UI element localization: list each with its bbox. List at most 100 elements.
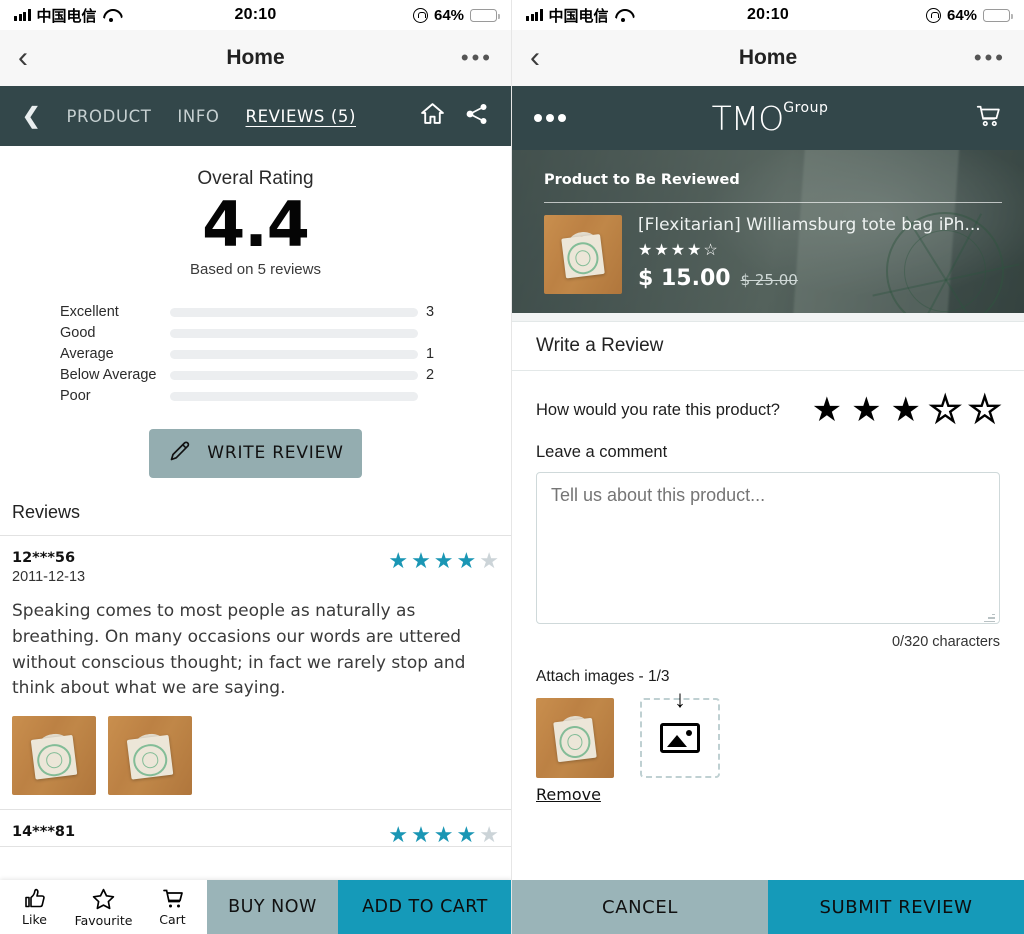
signal-bars-icon bbox=[526, 9, 543, 21]
cart-icon[interactable] bbox=[974, 103, 1002, 134]
left-phone-screen: 中国电信 20:10 64% ‹ Home ••• ❮ PRODUCT INFO… bbox=[0, 0, 512, 934]
attach-images-row: Remove ↓ bbox=[536, 688, 1000, 804]
brand-logo-sub: Group bbox=[783, 99, 829, 116]
wifi-icon bbox=[615, 9, 631, 22]
review-star-rating: ★ ★ ★ ★ ★ bbox=[388, 824, 499, 846]
carrier-label: 中国电信 bbox=[36, 6, 97, 25]
brand-logo[interactable]: TMΟ Group bbox=[566, 99, 974, 135]
product-name: [Flexitarian] Williamsburg tote bag iPh.… bbox=[638, 215, 981, 235]
nav-back-icon[interactable]: ‹ bbox=[530, 43, 540, 73]
star-filled-icon: ★ bbox=[411, 822, 431, 848]
star-2-icon[interactable]: ★ bbox=[851, 393, 881, 427]
review-form-footer: CANCEL SUBMIT REVIEW bbox=[512, 880, 1024, 934]
star-empty-icon: ★ bbox=[479, 547, 499, 573]
star-4-icon[interactable]: ★ bbox=[929, 392, 962, 428]
tabbar-icons bbox=[420, 102, 489, 130]
breakdown-row-poor: Poor bbox=[60, 386, 497, 407]
star-filled-icon: ★ bbox=[411, 547, 431, 573]
write-review-button[interactable]: WRITE REVIEW bbox=[149, 428, 362, 478]
comment-textarea[interactable] bbox=[536, 472, 1000, 624]
image-upload-dropzone[interactable]: ↓ bbox=[640, 688, 720, 778]
breakdown-track bbox=[170, 391, 418, 401]
star-filled-icon: ★ bbox=[456, 822, 477, 848]
product-action-bar: Like Favourite Cart BUY NOW ADD TO CART bbox=[0, 880, 511, 934]
product-hero-banner: Product to Be Reviewed [Flexitarian] Wil… bbox=[512, 150, 1024, 313]
battery-percent-label: 64% bbox=[433, 6, 465, 24]
review-image-thumbnail[interactable] bbox=[12, 716, 96, 796]
star-filled-icon: ★ bbox=[388, 822, 409, 848]
wifi-icon bbox=[103, 9, 119, 22]
tab-info[interactable]: INFO bbox=[177, 107, 219, 126]
status-bar: 中国电信 20:10 64% bbox=[512, 0, 1024, 30]
star-1-icon[interactable]: ★ bbox=[812, 393, 842, 427]
nav-more-icon[interactable]: ••• bbox=[461, 47, 493, 69]
review-image-thumbnail[interactable] bbox=[108, 716, 192, 796]
submit-review-button[interactable]: SUBMIT REVIEW bbox=[768, 880, 1024, 934]
star-empty-icon: ★ bbox=[479, 822, 499, 848]
star-empty-icon: ☆ bbox=[703, 242, 718, 259]
character-counter: 0/320 characters bbox=[891, 634, 1000, 650]
nav-more-icon[interactable]: ••• bbox=[974, 47, 1006, 69]
review-meta: 14***81 bbox=[12, 824, 75, 840]
rating-star-input[interactable]: ★ ★ ★ ★ ★ bbox=[812, 392, 1002, 428]
like-button[interactable]: Like bbox=[0, 880, 69, 934]
nav-bar: ‹ Home ••• bbox=[512, 30, 1024, 86]
rating-question: How would you rate this product? bbox=[536, 400, 780, 419]
status-bar-right: 64% bbox=[276, 6, 500, 24]
tabbar-tabs: PRODUCT INFO REVIEWS (5) bbox=[66, 107, 356, 126]
carrier-label: 中国电信 bbox=[548, 6, 609, 25]
breakdown-track bbox=[170, 328, 418, 338]
write-review-label: WRITE REVIEW bbox=[207, 443, 344, 464]
review-user: 12***56 bbox=[12, 549, 76, 566]
product-price: $ 15.00 bbox=[638, 266, 731, 291]
review-body: Speaking comes to most people as natural… bbox=[12, 600, 466, 699]
tabbar-back-icon[interactable]: ❮ bbox=[22, 103, 40, 129]
status-bar-left: 中国电信 bbox=[526, 5, 747, 26]
page-title: Home bbox=[226, 46, 285, 69]
arrow-down-icon: ↓ bbox=[674, 686, 686, 713]
star-filled-icon: ★ bbox=[433, 547, 454, 573]
review-star-rating: ★ ★ ★ ★ ★ bbox=[388, 547, 499, 573]
attach-images-label: Attach images - 1/3 bbox=[536, 668, 670, 685]
star-filled-icon: ★ bbox=[433, 822, 454, 848]
star-3-icon[interactable]: ★ bbox=[891, 393, 921, 427]
breakdown-row-excellent: Excellent 3 bbox=[60, 302, 497, 323]
status-bar: 中国电信 20:10 64% bbox=[0, 0, 511, 30]
home-icon[interactable] bbox=[420, 102, 445, 130]
hero-content: Product to Be Reviewed [Flexitarian] Wil… bbox=[512, 150, 1024, 313]
nav-back-icon[interactable]: ‹ bbox=[18, 43, 28, 73]
star-5-icon[interactable]: ★ bbox=[968, 392, 1001, 428]
tab-reviews[interactable]: REVIEWS (5) bbox=[246, 107, 356, 126]
product-thumbnail[interactable] bbox=[544, 215, 622, 294]
remove-image-link[interactable]: Remove bbox=[536, 785, 601, 804]
breakdown-count: 3 bbox=[426, 304, 435, 321]
comment-label: Leave a comment bbox=[536, 443, 668, 461]
product-price-row: $ 15.00 $ 25.00 bbox=[638, 266, 981, 291]
hero-product: [Flexitarian] Williamsburg tote bag iPh.… bbox=[544, 215, 1002, 294]
write-review-section-title: Write a Review bbox=[512, 321, 1024, 371]
cart-button[interactable]: Cart bbox=[138, 880, 207, 934]
rating-row: How would you rate this product? ★ ★ ★ ★… bbox=[536, 392, 1002, 428]
add-to-cart-button[interactable]: ADD TO CART bbox=[337, 880, 511, 934]
breakdown-label: Good bbox=[60, 325, 96, 342]
star-filled-icon: ★ bbox=[670, 242, 686, 259]
attached-image-item: Remove bbox=[536, 698, 614, 804]
status-bar-clock: 20:10 bbox=[234, 6, 277, 23]
buy-now-button[interactable]: BUY NOW bbox=[207, 880, 338, 934]
breakdown-row-good: Good bbox=[60, 323, 497, 344]
image-icon bbox=[660, 723, 700, 753]
breakdown-label: Excellent bbox=[60, 304, 119, 321]
breakdown-row-average: Average 1 bbox=[60, 344, 497, 365]
favourite-button[interactable]: Favourite bbox=[69, 880, 138, 934]
tab-product[interactable]: PRODUCT bbox=[66, 107, 151, 126]
cancel-button[interactable]: CANCEL bbox=[512, 880, 768, 934]
attached-image-thumbnail[interactable] bbox=[536, 698, 614, 778]
menu-icon[interactable] bbox=[534, 114, 566, 122]
star-filled-icon: ★ bbox=[654, 242, 669, 259]
breakdown-row-below-average: Below Average 2 bbox=[60, 365, 497, 386]
battery-icon bbox=[470, 8, 500, 22]
reviews-heading: Reviews bbox=[0, 478, 511, 536]
product-old-price: $ 25.00 bbox=[740, 271, 798, 289]
hero-label: Product to Be Reviewed bbox=[544, 172, 740, 188]
share-icon[interactable] bbox=[465, 103, 489, 130]
